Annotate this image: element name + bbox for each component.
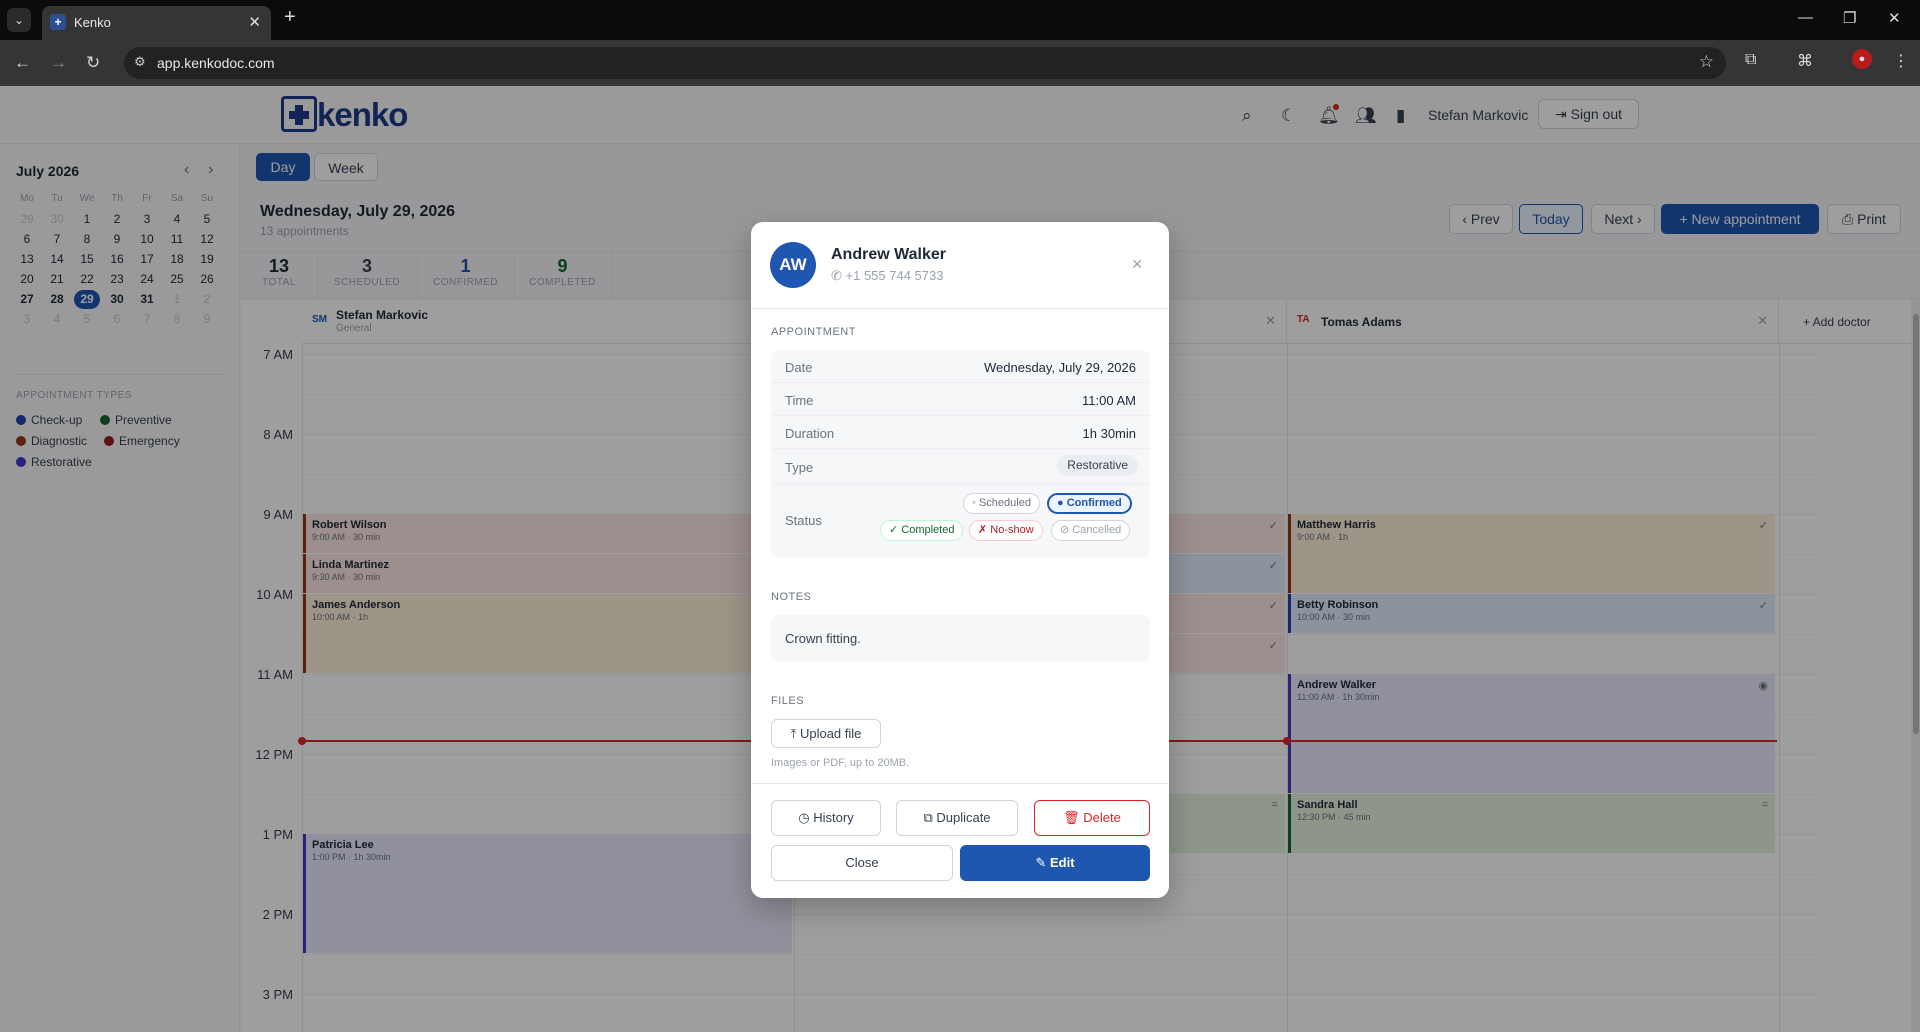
- extensions-icon[interactable]: ⧉: [1745, 51, 1756, 69]
- forward-icon[interactable]: →: [50, 53, 67, 73]
- modal-divider: [751, 783, 1169, 784]
- appointment-detail-modal: AW Andrew Walker ✆ +1 555 744 5733 ✕ APP…: [751, 222, 1169, 898]
- url-text: app.kenkodoc.com: [157, 55, 275, 71]
- modal-divider: [751, 308, 1169, 309]
- status-noshow-button[interactable]: ✗ No-show: [969, 520, 1043, 541]
- delete-label: Delete: [1083, 810, 1121, 825]
- delete-button[interactable]: 🗑︎ Delete: [1034, 800, 1150, 836]
- duplicate-label: Duplicate: [936, 810, 991, 825]
- status-label: Status: [785, 513, 822, 528]
- appointment-section-title: APPOINTMENT: [771, 326, 856, 338]
- site-info-icon[interactable]: ⚙: [134, 54, 146, 70]
- trash-icon: 🗑︎: [1063, 810, 1084, 825]
- upload-hint: Images or PDF, up to 20MB.: [771, 757, 910, 769]
- patient-name: Andrew Walker: [831, 246, 946, 263]
- time-row: Time 11:00 AM: [771, 383, 1150, 416]
- bookmark-star-icon[interactable]: ☆: [1699, 52, 1714, 72]
- close-button[interactable]: Close: [771, 845, 953, 881]
- type-label: Type: [785, 460, 814, 475]
- notes-box: Crown fitting.: [771, 615, 1150, 662]
- back-icon[interactable]: ←: [14, 53, 31, 73]
- patient-phone: ✆ +1 555 744 5733: [831, 268, 943, 284]
- duplicate-button[interactable]: ⧉ Duplicate: [896, 800, 1018, 836]
- duplicate-icon: ⧉: [923, 810, 937, 825]
- date-label: Date: [785, 360, 813, 375]
- upload-icon: ⤒: [790, 726, 800, 741]
- duration-label: Duration: [785, 426, 835, 441]
- status-confirmed-button[interactable]: ● Confirmed: [1047, 493, 1132, 514]
- minimize-icon[interactable]: —: [1798, 9, 1813, 26]
- tab-search-icon[interactable]: ⌄: [7, 8, 31, 32]
- close-tab-icon[interactable]: ✕: [248, 13, 261, 31]
- patient-avatar: AW: [770, 242, 816, 288]
- edit-label: Edit: [1049, 855, 1075, 870]
- close-window-icon[interactable]: ✕: [1888, 9, 1901, 27]
- status-completed-button[interactable]: ✓ Completed: [880, 520, 964, 541]
- profile-avatar-icon[interactable]: ●: [1852, 49, 1872, 69]
- browser-tab-bar: ⌄ + Kenko ✕ + — ❐ ✕: [0, 0, 1920, 40]
- time-label: Time: [785, 393, 814, 408]
- notes-text: Crown fitting.: [785, 631, 861, 646]
- history-clock-icon: ◷: [798, 810, 814, 825]
- browser-menu-icon[interactable]: ⋮: [1893, 51, 1909, 71]
- type-badge: Restorative: [1057, 455, 1138, 476]
- close-modal-icon[interactable]: ✕: [1131, 256, 1143, 273]
- browser-tab[interactable]: + Kenko ✕: [42, 6, 271, 40]
- upload-file-button[interactable]: ⤒ Upload file: [771, 719, 881, 748]
- tab-title: Kenko: [74, 15, 111, 30]
- browser-toolbar: ← → ↻ ⚙ app.kenkodoc.com ☆: [0, 40, 1920, 86]
- notes-section-title: NOTES: [771, 591, 812, 603]
- new-tab-icon[interactable]: +: [284, 6, 296, 29]
- status-cancelled-button[interactable]: ⊘ Cancelled: [1051, 520, 1131, 541]
- time-value: 11:00 AM: [1082, 393, 1136, 408]
- type-row: Type Restorative: [771, 449, 1150, 485]
- phone-icon: ✆: [831, 268, 846, 283]
- patient-phone-number: +1 555 744 5733: [845, 268, 944, 283]
- duration-row: Duration 1h 30min: [771, 416, 1150, 449]
- status-scheduled-button[interactable]: ◦ Scheduled: [963, 493, 1040, 514]
- reload-icon[interactable]: ↻: [86, 53, 100, 73]
- edit-button[interactable]: ✎ Edit: [960, 845, 1150, 881]
- history-label: History: [813, 810, 854, 825]
- duration-value: 1h 30min: [1082, 426, 1136, 441]
- upload-file-label: Upload file: [799, 726, 862, 741]
- status-row: Status ◦ Scheduled ● Confirmed ✓ Complet…: [771, 485, 1150, 558]
- address-bar[interactable]: ⚙ app.kenkodoc.com ☆: [124, 47, 1726, 79]
- files-section-title: FILES: [771, 695, 805, 707]
- history-button[interactable]: ◷ History: [771, 800, 881, 836]
- appointment-details: Date Wednesday, July 29, 2026 Time 11:00…: [771, 350, 1150, 558]
- restore-icon[interactable]: ❐: [1843, 9, 1856, 27]
- date-row: Date Wednesday, July 29, 2026: [771, 350, 1150, 383]
- kenko-favicon-icon: +: [50, 14, 66, 30]
- edit-pencil-icon: ✎: [1035, 855, 1050, 870]
- translate-icon[interactable]: ⌘: [1797, 51, 1813, 71]
- date-value: Wednesday, July 29, 2026: [983, 360, 1136, 375]
